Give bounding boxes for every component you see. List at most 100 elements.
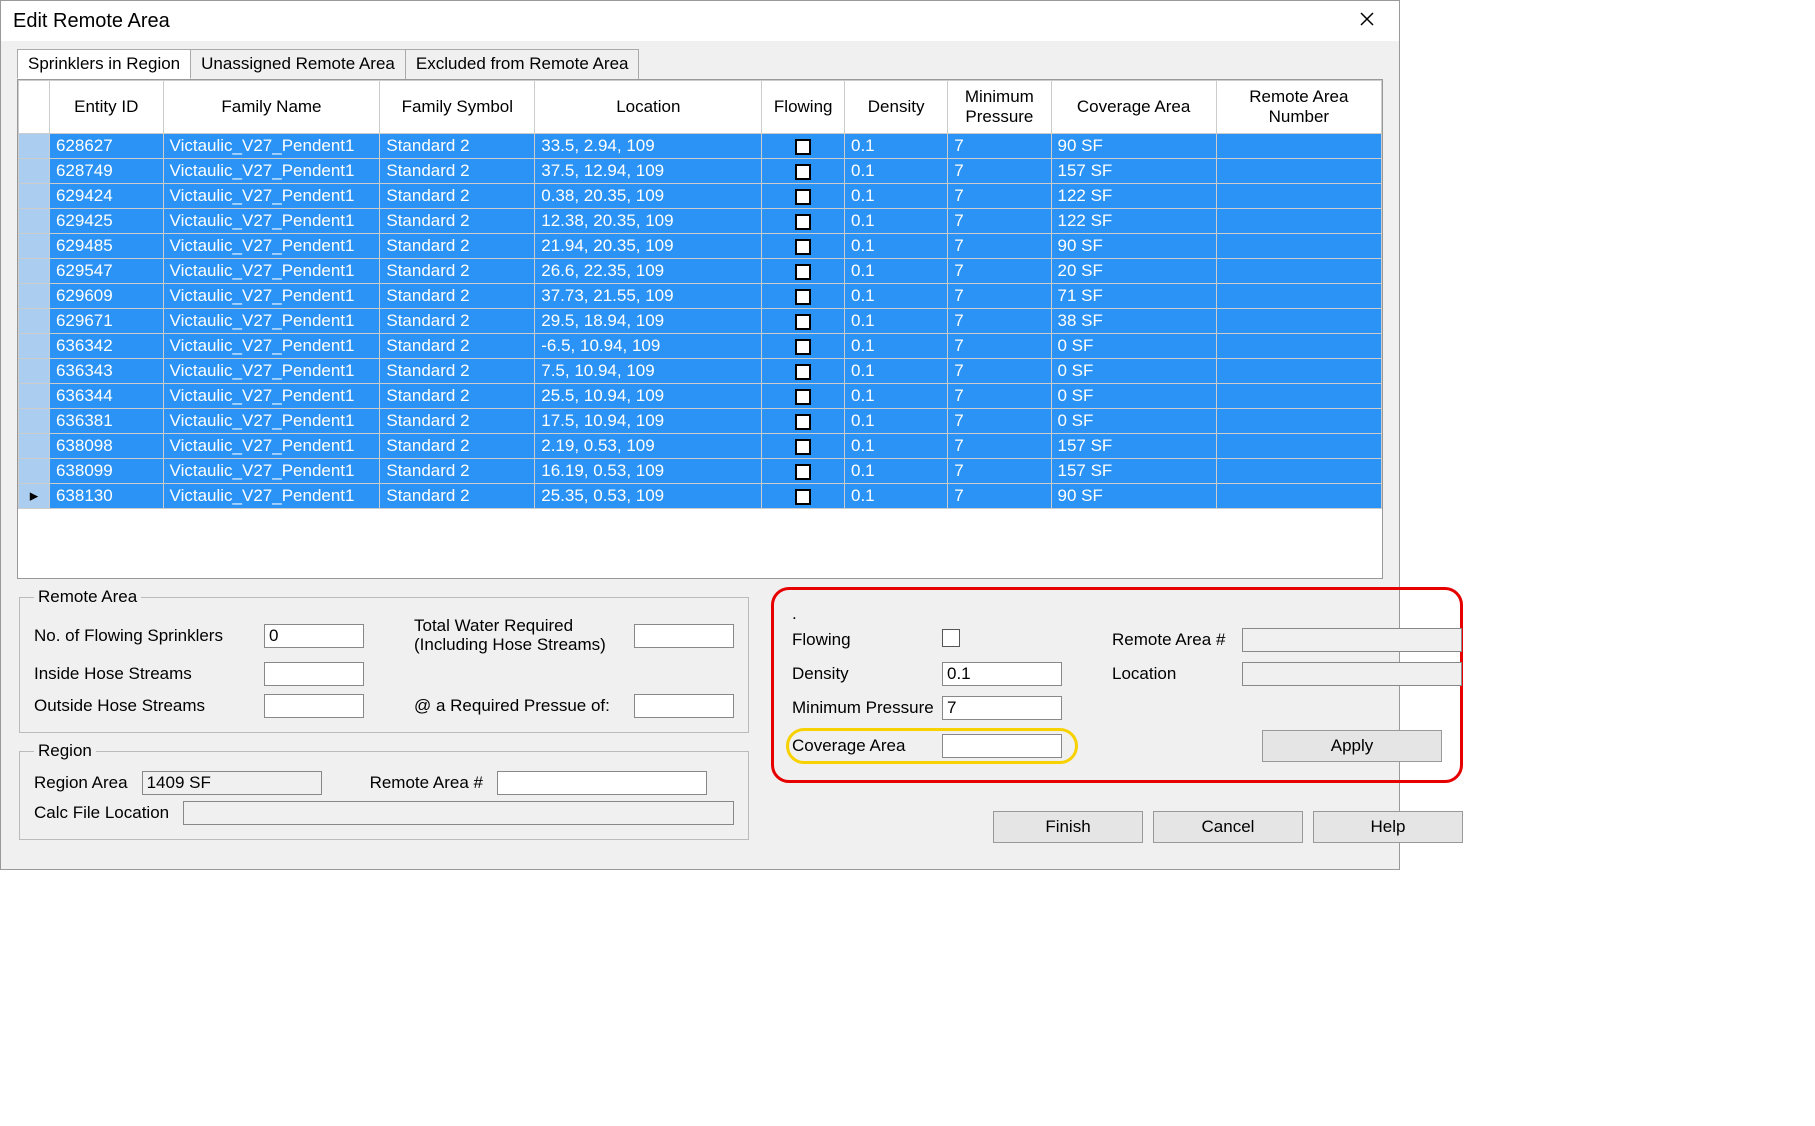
table-row[interactable]: 629547Victaulic_V27_Pendent1Standard 226… [19, 259, 1382, 284]
cell-coverage-area: 0 SF [1051, 384, 1216, 409]
column-header[interactable] [19, 81, 50, 134]
coverage-area-input[interactable] [942, 734, 1062, 758]
table-row[interactable]: 628627Victaulic_V27_Pendent1Standard 233… [19, 134, 1382, 159]
cell-remote-area-number [1216, 359, 1381, 384]
sprinklers-table[interactable]: Entity IDFamily NameFamily SymbolLocatio… [18, 80, 1382, 509]
table-row[interactable]: 628749Victaulic_V27_Pendent1Standard 237… [19, 159, 1382, 184]
cell-family-name: Victaulic_V27_Pendent1 [163, 409, 380, 434]
cell-coverage-area: 38 SF [1051, 309, 1216, 334]
flowing-row-checkbox[interactable] [795, 314, 811, 330]
table-row[interactable]: 629671Victaulic_V27_Pendent1Standard 229… [19, 309, 1382, 334]
flowing-row-checkbox[interactable] [795, 139, 811, 155]
table-row[interactable]: 636381Victaulic_V27_Pendent1Standard 217… [19, 409, 1382, 434]
flowing-row-checkbox[interactable] [795, 164, 811, 180]
column-header[interactable]: Remote AreaNumber [1216, 81, 1381, 134]
flowing-row-checkbox[interactable] [795, 414, 811, 430]
cell-remote-area-number [1216, 284, 1381, 309]
column-header[interactable]: Coverage Area [1051, 81, 1216, 134]
flowing-checkbox[interactable] [942, 629, 960, 647]
cell-flowing [762, 159, 845, 184]
cell-coverage-area: 71 SF [1051, 284, 1216, 309]
row-marker [19, 259, 50, 284]
column-header[interactable]: MinimumPressure [948, 81, 1051, 134]
cell-remote-area-number [1216, 434, 1381, 459]
flowing-row-checkbox[interactable] [795, 289, 811, 305]
table-row[interactable]: ▸638130Victaulic_V27_Pendent1Standard 22… [19, 484, 1382, 509]
row-marker [19, 184, 50, 209]
cancel-button[interactable]: Cancel [1153, 811, 1303, 843]
flowing-row-checkbox[interactable] [795, 339, 811, 355]
cell-family-name: Victaulic_V27_Pendent1 [163, 234, 380, 259]
total-water-required-label: Total Water Required (Including Hose Str… [414, 617, 634, 654]
row-marker [19, 359, 50, 384]
cell-family-symbol: Standard 2 [380, 459, 535, 484]
flowing-row-checkbox[interactable] [795, 239, 811, 255]
at-required-pressure-input[interactable] [634, 694, 734, 718]
flowing-row-checkbox[interactable] [795, 214, 811, 230]
row-marker: ▸ [19, 484, 50, 509]
cell-coverage-area: 157 SF [1051, 434, 1216, 459]
table-row[interactable]: 636343Victaulic_V27_Pendent1Standard 27.… [19, 359, 1382, 384]
flowing-row-checkbox[interactable] [795, 364, 811, 380]
finish-button[interactable]: Finish [993, 811, 1143, 843]
column-header[interactable]: Flowing [762, 81, 845, 134]
cell-family-name: Victaulic_V27_Pendent1 [163, 434, 380, 459]
tab-unassigned-remote-area[interactable]: Unassigned Remote Area [190, 49, 406, 79]
table-row[interactable]: 638099Victaulic_V27_Pendent1Standard 216… [19, 459, 1382, 484]
row-marker [19, 459, 50, 484]
cell-family-symbol: Standard 2 [380, 359, 535, 384]
table-row[interactable]: 629485Victaulic_V27_Pendent1Standard 221… [19, 234, 1382, 259]
cell-family-name: Victaulic_V27_Pendent1 [163, 209, 380, 234]
column-header[interactable]: Density [845, 81, 948, 134]
cell-family-name: Victaulic_V27_Pendent1 [163, 484, 380, 509]
flowing-row-checkbox[interactable] [795, 439, 811, 455]
no-flowing-sprinklers-input[interactable]: 0 [264, 624, 364, 648]
region-remote-area-num-input[interactable] [497, 771, 707, 795]
cell-flowing [762, 484, 845, 509]
cell-density: 0.1 [845, 134, 948, 159]
flowing-row-checkbox[interactable] [795, 189, 811, 205]
table-row[interactable]: 629424Victaulic_V27_Pendent1Standard 20.… [19, 184, 1382, 209]
table-row[interactable]: 636342Victaulic_V27_Pendent1Standard 2-6… [19, 334, 1382, 359]
cell-density: 0.1 [845, 209, 948, 234]
apply-button[interactable]: Apply [1262, 730, 1442, 762]
tab-sprinklers-in-region[interactable]: Sprinklers in Region [17, 49, 191, 79]
cell-remote-area-number [1216, 134, 1381, 159]
coverage-area-label: Coverage Area [792, 736, 924, 756]
table-row[interactable]: 629425Victaulic_V27_Pendent1Standard 212… [19, 209, 1382, 234]
table-row[interactable]: 638098Victaulic_V27_Pendent1Standard 22.… [19, 434, 1382, 459]
flowing-row-checkbox[interactable] [795, 464, 811, 480]
remote-area-group: Remote Area No. of Flowing Sprinklers 0 … [19, 587, 749, 733]
density-input[interactable]: 0.1 [942, 662, 1062, 686]
flowing-row-checkbox[interactable] [795, 389, 811, 405]
cell-location: 33.5, 2.94, 109 [535, 134, 762, 159]
column-header[interactable]: Family Symbol [380, 81, 535, 134]
column-header[interactable]: Location [535, 81, 762, 134]
table-row[interactable]: 629609Victaulic_V27_Pendent1Standard 237… [19, 284, 1382, 309]
outside-hose-streams-input[interactable] [264, 694, 364, 718]
cell-family-name: Victaulic_V27_Pendent1 [163, 259, 380, 284]
titlebar: Edit Remote Area [1, 1, 1399, 41]
cell-location: 12.38, 20.35, 109 [535, 209, 762, 234]
cell-entity-id: 636342 [49, 334, 163, 359]
cell-coverage-area: 0 SF [1051, 334, 1216, 359]
cell-location: 25.35, 0.53, 109 [535, 484, 762, 509]
flowing-row-checkbox[interactable] [795, 264, 811, 280]
cell-family-symbol: Standard 2 [380, 159, 535, 184]
minimum-pressure-input[interactable]: 7 [942, 696, 1062, 720]
cell-entity-id: 628749 [49, 159, 163, 184]
help-button[interactable]: Help [1313, 811, 1463, 843]
cell-family-name: Victaulic_V27_Pendent1 [163, 384, 380, 409]
total-water-required-input[interactable] [634, 624, 734, 648]
table-row[interactable]: 636344Victaulic_V27_Pendent1Standard 225… [19, 384, 1382, 409]
tab-excluded-from-remote-area[interactable]: Excluded from Remote Area [405, 49, 640, 79]
flowing-label: Flowing [792, 630, 942, 650]
column-header[interactable]: Entity ID [49, 81, 163, 134]
column-header[interactable]: Family Name [163, 81, 380, 134]
inside-hose-streams-input[interactable] [264, 662, 364, 686]
cell-location: 2.19, 0.53, 109 [535, 434, 762, 459]
remote-area-legend: Remote Area [34, 587, 141, 607]
flowing-row-checkbox[interactable] [795, 489, 811, 505]
cell-density: 0.1 [845, 309, 948, 334]
close-button[interactable] [1347, 7, 1387, 35]
